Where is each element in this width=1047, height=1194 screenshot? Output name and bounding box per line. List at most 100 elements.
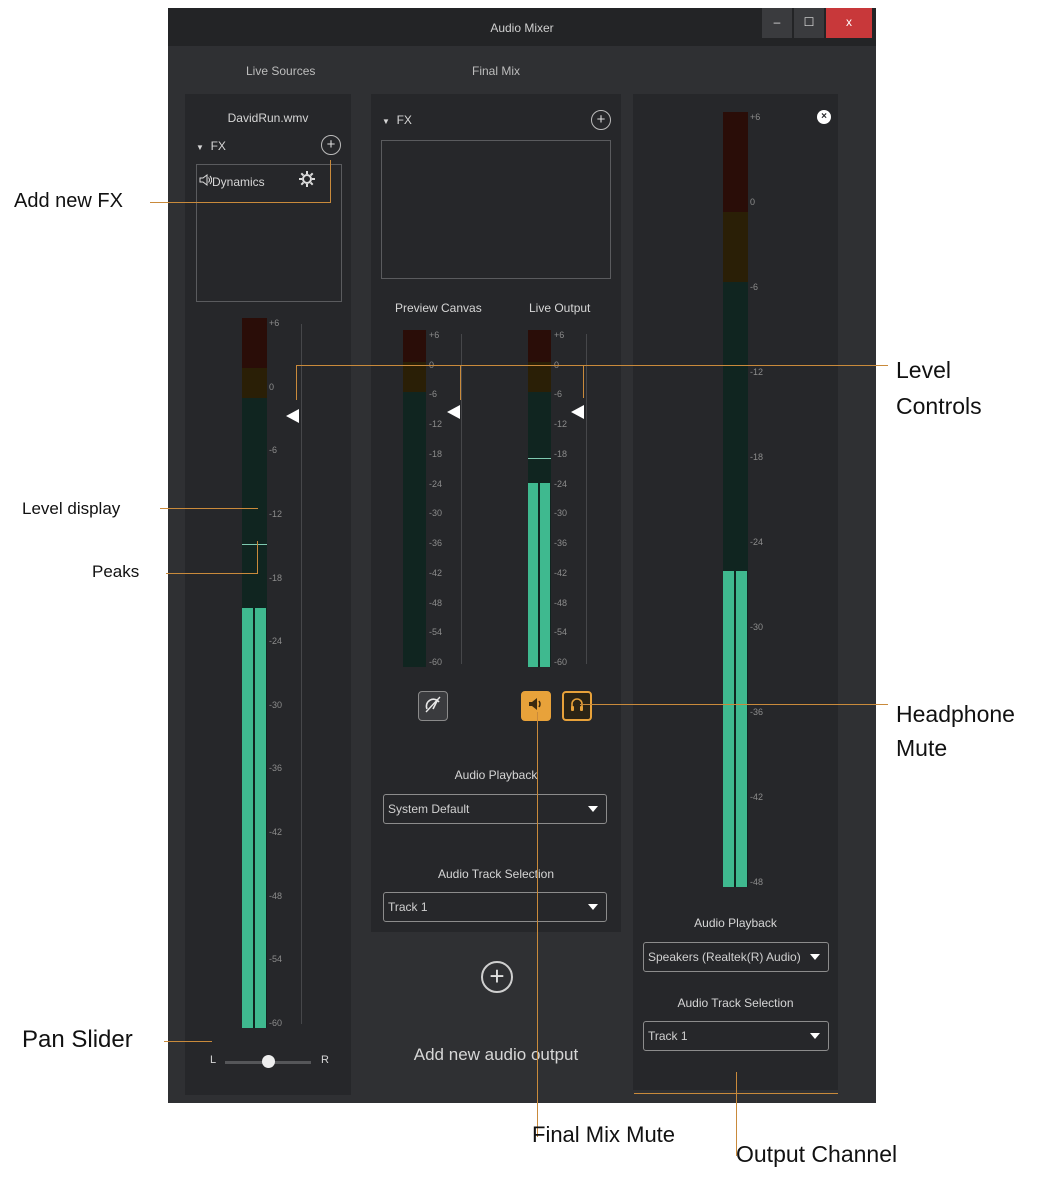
db-tick-label: -18 [269,572,283,583]
live-output-label: Live Output [529,301,591,315]
db-tick-label: -54 [269,954,283,965]
output-audio-track-value: Track 1 [648,1029,688,1043]
db-tick-label: -18 [429,448,443,459]
source-level-left [242,608,253,1028]
db-tick-label: -6 [429,389,438,400]
db-tick-label: -24 [429,478,443,489]
gear-icon[interactable] [298,170,316,193]
output-db-scale: +6 0 -6 -12 -18 -24 -30 -36 -42 -48 [750,112,780,887]
db-tick-label: -36 [750,707,764,717]
preview-level-meter [403,330,426,667]
output-audio-playback-label: Audio Playback [694,916,777,930]
add-fx-button[interactable]: + [321,135,341,155]
callout-line-level-controls [296,365,888,366]
callout-line-add-fx [150,202,330,203]
audio-track-dropdown[interactable]: Track 1 [383,892,607,922]
fx-item-dynamics[interactable]: Dynamics [199,174,265,189]
chevron-down-icon [810,1033,820,1039]
fx-toggle[interactable]: ▼ FX [196,139,226,153]
maximize-button[interactable]: ☐ [794,8,824,38]
speaker-icon [528,697,544,716]
close-channel-icon[interactable]: × [817,110,831,124]
final-add-fx-button[interactable]: + [591,110,611,130]
callout-level-display: Level display [22,499,121,518]
source-level-meter [242,318,267,1028]
callout-headphone-mute-line1: Headphone [896,701,1015,727]
db-tick-label: -54 [429,627,443,638]
output-audio-track-dropdown[interactable]: Track 1 [643,1021,829,1051]
output-channel-panel: × +6 0 -6 -12 -18 -24 -30 -36 -42 -48 Audio Playb… [633,94,838,1090]
source-peak-marker [242,543,267,545]
preview-db-scale: +60-6-12-18-24-30-36-42-48-54-60 [429,330,457,667]
meter-mute-icon [424,695,442,718]
final-fx-list [381,140,611,279]
db-tick-label: -36 [554,538,568,549]
output-audio-playback-dropdown[interactable]: Speakers (Realtek(R) Audio) [643,942,829,972]
audio-playback-dropdown[interactable]: System Default [383,794,607,824]
final-fx-toggle[interactable]: ▼ FX [382,113,412,127]
db-tick-label: -48 [269,890,283,901]
db-tick-label: -36 [269,763,283,774]
audio-track-value: Track 1 [388,900,428,914]
db-tick-label: -48 [750,877,764,887]
db-tick-label: -42 [429,567,443,578]
pan-left-label: L [210,1054,217,1066]
pan-right-label: R [321,1054,329,1066]
final-mix-mute-button[interactable] [521,691,551,721]
callout-line-pan-slider [164,1041,212,1042]
callout-final-mix-mute: Final Mix Mute [532,1122,676,1147]
callout-pan-slider: Pan Slider [22,1026,133,1053]
fx-list: Dynamics [196,164,342,302]
final-fx-label: FX [396,113,412,127]
db-tick-label: 0 [750,197,756,207]
output-audio-track-label: Audio Track Selection [677,996,794,1010]
live-source-panel: DavidRun.wmv ▼ FX + Dynamics +6 0 -6 -12 -18… [185,94,351,1095]
live-level-left [528,483,538,667]
db-tick-label: -6 [554,389,563,400]
callout-line-level-controls-v1 [296,365,297,400]
tab-final-mix[interactable]: Final Mix [472,64,520,78]
source-name: DavidRun.wmv [227,111,309,125]
source-level-right [255,608,266,1028]
db-tick-label: -12 [429,419,443,430]
db-tick-label: -12 [750,367,764,377]
add-audio-output-label[interactable]: Add new audio output [371,1045,621,1065]
db-tick-label: -60 [554,657,568,667]
live-output-level-control[interactable] [571,405,584,419]
db-tick-label: -48 [429,597,443,608]
add-audio-output-button[interactable]: + [481,961,513,993]
source-level-control[interactable] [286,409,299,423]
callout-add-fx: Add new FX [14,190,123,212]
preview-canvas-label: Preview Canvas [395,301,482,315]
live-output-level-meter [528,330,551,667]
headphone-mute-button[interactable] [562,691,592,721]
close-window-button[interactable]: x [826,8,872,38]
callout-level-controls-line1: Level [896,357,951,383]
callout-level-controls-line2: Controls [896,393,982,419]
db-tick-label: -60 [429,657,443,667]
callout-line-headphone-mute [580,704,888,705]
chevron-down-icon [588,904,598,910]
audio-mixer-window: Audio Mixer – ☐ x Live Sources Final Mix… [168,8,876,1103]
preview-level-control[interactable] [447,405,460,419]
callout-line-final-mix-mute [537,712,538,1137]
preview-monitor-button[interactable] [418,691,448,721]
output-audio-playback-value: Speakers (Realtek(R) Audio) [648,950,801,964]
db-tick-label: +6 [269,318,280,328]
minimize-button[interactable]: – [762,8,792,38]
tab-live-sources[interactable]: Live Sources [246,64,315,78]
chevron-down-icon [588,806,598,812]
db-tick-label: -12 [554,419,568,430]
source-level-track [301,324,302,1024]
callout-line-peaks-v [257,541,258,574]
pan-slider-thumb[interactable] [262,1055,275,1068]
db-tick-label: +6 [429,330,440,340]
db-tick-label: -30 [554,508,568,519]
audio-playback-label: Audio Playback [454,768,538,782]
output-level-right [736,571,747,887]
source-db-scale: +6 0 -6 -12 -18 -24 -30 -36 -42 -48 -54 -60 [269,318,299,1028]
callout-line-level-display [160,508,258,509]
callout-line-level-controls-v3 [583,365,584,398]
db-tick-label: -42 [750,792,764,802]
fx-item-label: Dynamics [212,175,265,189]
